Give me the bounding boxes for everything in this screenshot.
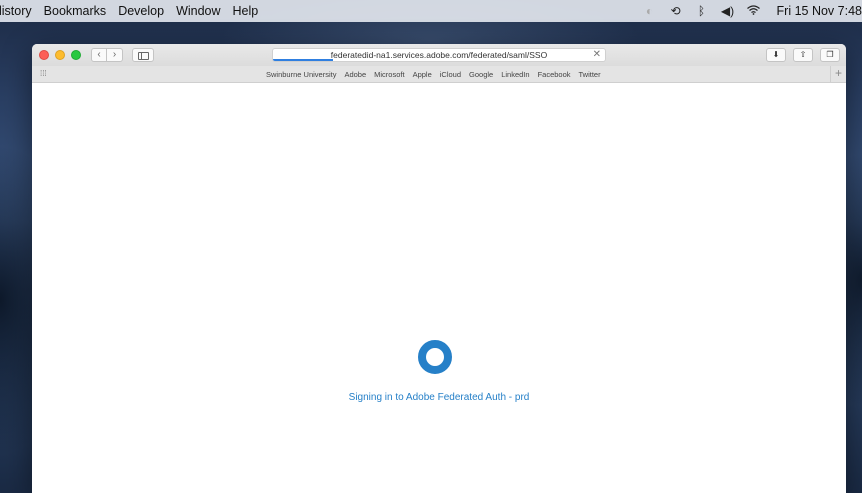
- page-content: Signing in to Adobe Federated Auth - prd: [32, 83, 846, 493]
- minimize-window-button[interactable]: [55, 50, 65, 60]
- bookmark-item[interactable]: LinkedIn: [501, 70, 529, 79]
- stop-loading-icon[interactable]: ✕: [593, 49, 601, 61]
- wifi-icon[interactable]: [741, 4, 767, 18]
- bookmark-item[interactable]: Adobe: [344, 70, 366, 79]
- navigation-buttons: ‹ ›: [91, 48, 123, 62]
- toolbar-right-buttons: ⬇ ⇧ ❐: [766, 48, 840, 62]
- status-area: ◐ ⟲ ᛒ ◀) Fri 15 Nov 7:48: [637, 4, 862, 18]
- bookmark-item[interactable]: Twitter: [579, 70, 601, 79]
- maximize-window-button[interactable]: [71, 50, 81, 60]
- forward-button[interactable]: ›: [107, 48, 123, 62]
- bookmark-item[interactable]: Facebook: [538, 70, 571, 79]
- tabs-icon: ❐: [826, 50, 834, 59]
- bookmark-list: Swinburne University Adobe Microsoft Apple i…: [266, 70, 601, 79]
- bookmark-item[interactable]: Google: [469, 70, 493, 79]
- new-tab-button[interactable]: +: [830, 66, 846, 82]
- menu-window[interactable]: Window: [170, 4, 226, 18]
- address-bar[interactable]: federatedid-na1.services.adobe.com/feder…: [272, 48, 606, 62]
- close-window-button[interactable]: [39, 50, 49, 60]
- page-load-progress: [273, 59, 333, 61]
- bookmark-item[interactable]: Microsoft: [374, 70, 404, 79]
- address-url: federatedid-na1.services.adobe.com/feder…: [330, 50, 548, 60]
- back-button[interactable]: ‹: [91, 48, 107, 62]
- loading-spinner: [418, 340, 452, 374]
- menu-bookmarks[interactable]: Bookmarks: [38, 4, 113, 18]
- browser-window: ‹ › federatedid-na1.services.adobe.com/f…: [32, 44, 846, 493]
- browser-toolbar: ‹ › federatedid-na1.services.adobe.com/f…: [32, 44, 846, 66]
- download-icon: ⬇: [772, 50, 780, 59]
- tabs-overview-button[interactable]: ❐: [820, 48, 840, 62]
- bluetooth-icon[interactable]: ᛒ: [689, 4, 715, 18]
- chevron-right-icon: ›: [112, 49, 117, 60]
- bookmarks-bar: ⁞⁞⁞ Swinburne University Adobe Microsoft Ap…: [32, 66, 846, 83]
- bookmark-item[interactable]: Swinburne University: [266, 70, 336, 79]
- menu-develop[interactable]: Develop: [112, 4, 170, 18]
- menubar-clock[interactable]: Fri 15 Nov 7:48: [767, 4, 862, 18]
- theme-icon[interactable]: ◐: [637, 4, 663, 18]
- bookmark-item[interactable]: Apple: [413, 70, 432, 79]
- volume-icon[interactable]: ◀): [715, 4, 741, 18]
- grid-icon[interactable]: ⁞⁞⁞: [40, 69, 47, 78]
- menu-help[interactable]: Help: [227, 4, 265, 18]
- plus-icon: +: [834, 66, 842, 80]
- downloads-button[interactable]: ⬇: [766, 48, 786, 62]
- chevron-left-icon: ‹: [97, 49, 101, 60]
- share-button[interactable]: ⇧: [793, 48, 813, 62]
- share-icon: ⇧: [799, 50, 807, 59]
- bookmark-item[interactable]: iCloud: [440, 70, 461, 79]
- sidebar-toggle-button[interactable]: [132, 48, 154, 62]
- signin-status-text: Signing in to Adobe Federated Auth - prd: [348, 392, 530, 403]
- window-controls: [39, 50, 81, 60]
- time-machine-icon[interactable]: ⟲: [663, 4, 689, 18]
- menu-bar: listory Bookmarks Develop Window Help ◐ …: [0, 0, 862, 22]
- menu-history[interactable]: listory: [0, 4, 38, 18]
